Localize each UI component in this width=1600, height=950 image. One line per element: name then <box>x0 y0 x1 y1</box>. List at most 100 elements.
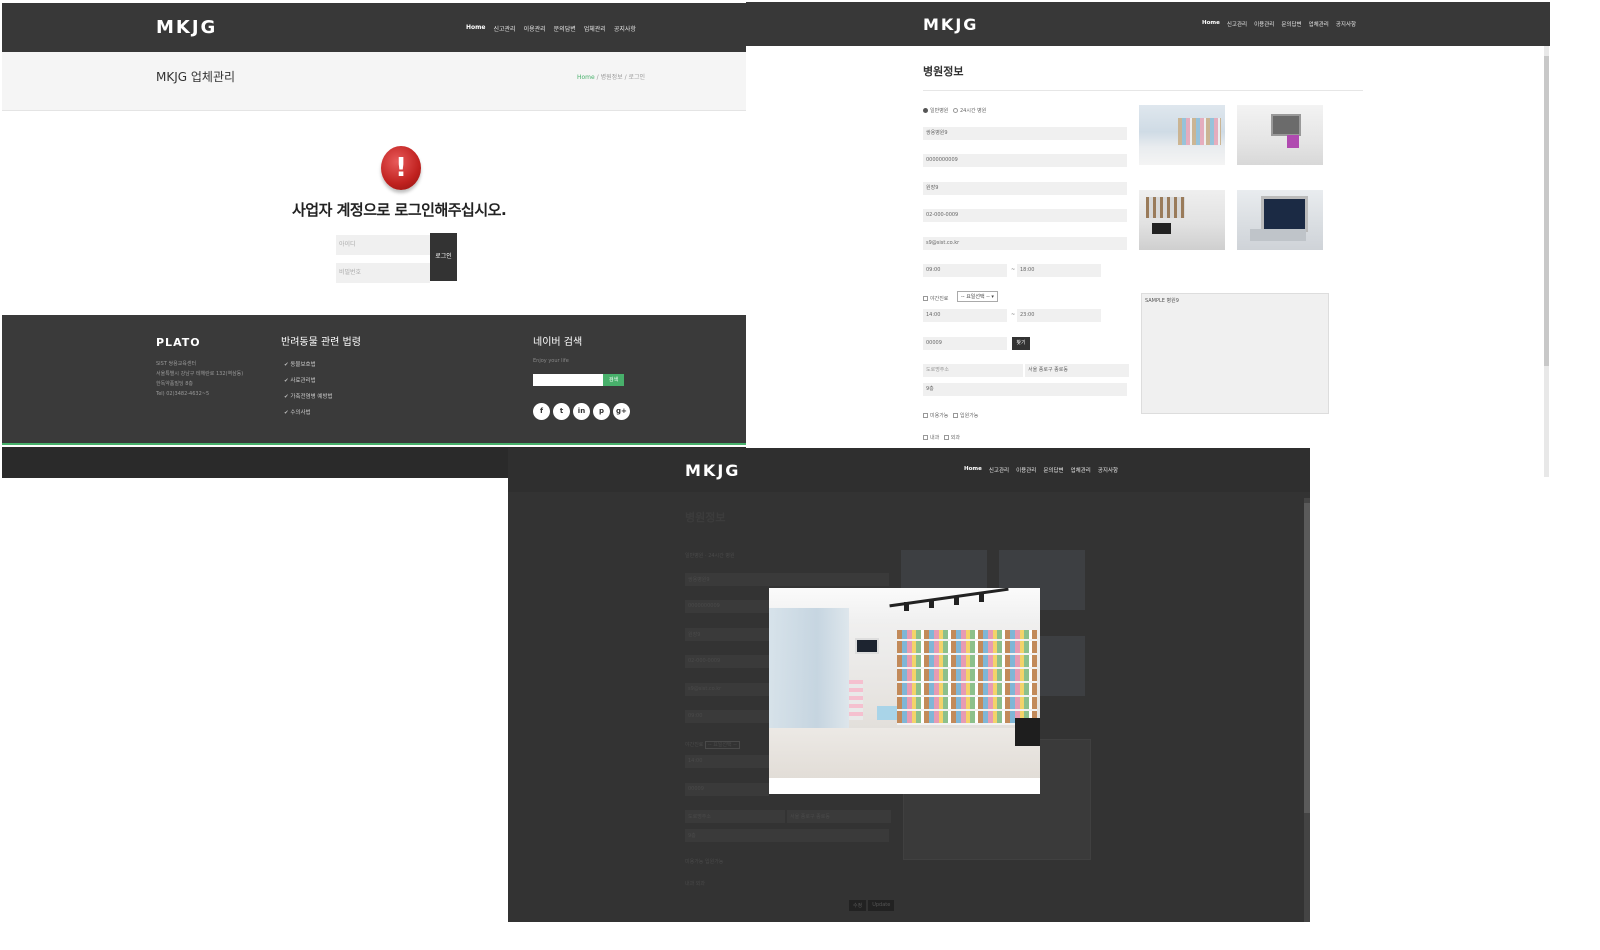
law-link[interactable]: 사료관리법 <box>284 373 333 389</box>
law-link[interactable]: 가축전염병 예방법 <box>284 389 332 405</box>
menu-qna[interactable]: 문의답변 <box>554 24 576 33</box>
night-start-field[interactable]: 14:00 <box>923 309 1007 322</box>
menu-report[interactable]: 신고관리 <box>493 24 515 33</box>
photo-spotlight <box>904 602 909 611</box>
radio-24h[interactable] <box>953 108 958 113</box>
scrollbar[interactable] <box>1544 46 1549 477</box>
page-header-bar: MKJG 업체관리 Home / 병원정보 / 로그인 <box>2 52 746 111</box>
naver-search-input[interactable] <box>533 374 603 386</box>
breadcrumb-home[interactable]: Home <box>577 74 595 81</box>
menu-report[interactable]: 신고관리 <box>989 466 1009 474</box>
description-textarea[interactable]: SAMPLE 병원9 <box>1141 293 1329 414</box>
site-logo[interactable]: MKJG <box>923 15 978 34</box>
dimmed-field-text: 0000000009 <box>688 603 720 609</box>
naver-search-button[interactable]: 검색 <box>603 374 624 386</box>
site-logo[interactable]: MKJG <box>156 17 217 38</box>
footer-brand: PLATO <box>156 336 201 349</box>
menu-company[interactable]: 업체관리 <box>1071 466 1091 474</box>
footer: PLATO SIST 쌍용교육센터 서울특별시 강남구 테헤란로 132(역삼동… <box>2 315 746 445</box>
menu-qna[interactable]: 문의답변 <box>1281 20 1301 28</box>
owner-field[interactable]: 원장9 <box>923 182 1127 195</box>
footer-address: SIST 쌍용교육센터 서울특별시 강남구 테헤란로 132(역삼동) 한독약품… <box>156 359 243 399</box>
email-field[interactable]: s9@sist.co.kr <box>923 237 1127 250</box>
night-care-check[interactable]: 야간진료 <box>923 295 948 302</box>
close-time-field[interactable]: 18:00 <box>1017 264 1101 277</box>
office-photo[interactable] <box>1139 190 1225 250</box>
hospitalization-checkbox[interactable] <box>953 413 958 418</box>
alert-icon: ! <box>381 146 421 190</box>
grooming-checkbox[interactable] <box>923 413 928 418</box>
image-preview-modal[interactable] <box>769 588 1040 794</box>
menu-home[interactable]: Home <box>1202 20 1220 28</box>
dimmed-radio-24h: 24시간 병원 <box>708 553 735 559</box>
phone-field[interactable]: 02-000-0009 <box>923 209 1127 222</box>
dimmed-field-text: 14:00 <box>688 758 703 764</box>
menu-usage[interactable]: 이용관리 <box>524 24 546 33</box>
menu-notice[interactable]: 공지사항 <box>614 24 636 33</box>
dimmed-night-label: 야간진료 <box>685 742 704 748</box>
address-line: 한독약품빌딩 8층 <box>156 381 193 387</box>
menu-home[interactable]: Home <box>964 466 982 474</box>
breadcrumb-login: 로그인 <box>628 74 646 81</box>
internal-checkbox[interactable] <box>923 435 928 440</box>
night-end-field[interactable]: 23:00 <box>1017 309 1101 322</box>
dimmed-check-label: 입원가능 <box>705 859 724 865</box>
google-plus-icon[interactable]: g+ <box>613 403 630 420</box>
find-address-button[interactable]: 찾기 <box>1012 337 1030 350</box>
menu-company[interactable]: 업체관리 <box>584 24 606 33</box>
detail-address-field[interactable]: 9층 <box>923 383 1127 396</box>
road-address-field[interactable]: 서울 종로구 종로동 <box>1025 364 1129 377</box>
password-input[interactable]: 비밀번호 <box>336 263 430 283</box>
scrollbar-thumb[interactable] <box>1304 503 1310 813</box>
zipcode-field[interactable]: 00009 <box>923 337 1007 350</box>
page-title: MKJG 업체관리 <box>156 70 236 84</box>
dimmed-field-text: 09:00 <box>688 713 703 719</box>
hospitalization-label: 입원가능 <box>960 413 979 419</box>
dimmed-modify-button: 수정 <box>849 900 867 911</box>
dimmed-field: 도로명주소 <box>685 810 785 823</box>
menu-report[interactable]: 신고관리 <box>1227 20 1247 28</box>
twitter-icon[interactable]: t <box>553 403 570 420</box>
site-logo[interactable]: MKJG <box>685 461 740 480</box>
pet-store-photo[interactable] <box>1139 105 1225 165</box>
dimmed-field-text: 원장9 <box>688 632 701 638</box>
menu-notice[interactable]: 공지사항 <box>1098 466 1118 474</box>
menu-qna[interactable]: 문의답변 <box>1043 466 1063 474</box>
open-time-field[interactable]: 09:00 <box>923 264 1007 277</box>
breadcrumb: Home / 병원정보 / 로그인 <box>577 74 646 81</box>
law-link[interactable]: 동물보호법 <box>284 357 333 373</box>
business-number-field[interactable]: 0000000009 <box>923 154 1127 167</box>
scrollbar-thumb[interactable] <box>1544 56 1549 366</box>
id-input[interactable]: 아이디 <box>336 235 430 255</box>
dimmed-field-text: 00009 <box>688 786 704 792</box>
law-link[interactable]: 수의사법 <box>284 405 333 421</box>
menu-notice[interactable]: 공지사항 <box>1336 20 1356 28</box>
photo-counter <box>1015 718 1040 746</box>
photo-product-shelves <box>897 630 1037 725</box>
menu-company[interactable]: 업체관리 <box>1309 20 1329 28</box>
dimmed-field-text: 서울 종로구 종로동 <box>790 814 830 820</box>
menu-usage[interactable]: 이용관리 <box>1254 20 1274 28</box>
service-checks: 미용가능 입원가능 <box>923 412 978 419</box>
facebook-icon[interactable]: f <box>533 403 550 420</box>
road-address-label[interactable]: 도로명주소 <box>923 364 1023 377</box>
photo-tv-screen <box>855 638 879 654</box>
photo-floor <box>769 728 1040 778</box>
menu-usage[interactable]: 이용관리 <box>1016 466 1036 474</box>
scrollbar[interactable] <box>1304 498 1310 922</box>
hospital-name-field[interactable]: 쌍용병원9 <box>923 127 1127 140</box>
linkedin-icon[interactable]: in <box>573 403 590 420</box>
night-care-checkbox[interactable] <box>923 296 928 301</box>
pinterest-icon[interactable]: p <box>593 403 610 420</box>
clinic-room-photo[interactable] <box>1237 105 1323 165</box>
breadcrumb-hospital[interactable]: 병원정보 <box>601 74 623 81</box>
dimmed-check-label: 외과 <box>695 881 705 887</box>
day-select[interactable]: -- 요일선택 -- ▾ <box>957 291 998 302</box>
medical-machine-photo[interactable] <box>1237 190 1323 250</box>
surgery-checkbox[interactable] <box>943 435 949 440</box>
menu-home[interactable]: Home <box>466 24 485 33</box>
login-button[interactable]: 로그인 <box>430 233 457 281</box>
radio-general[interactable] <box>923 108 928 113</box>
dimmed-day-select: -- 요일선택 -- <box>705 741 740 749</box>
day-select-value: -- 요일선택 -- <box>961 294 990 300</box>
